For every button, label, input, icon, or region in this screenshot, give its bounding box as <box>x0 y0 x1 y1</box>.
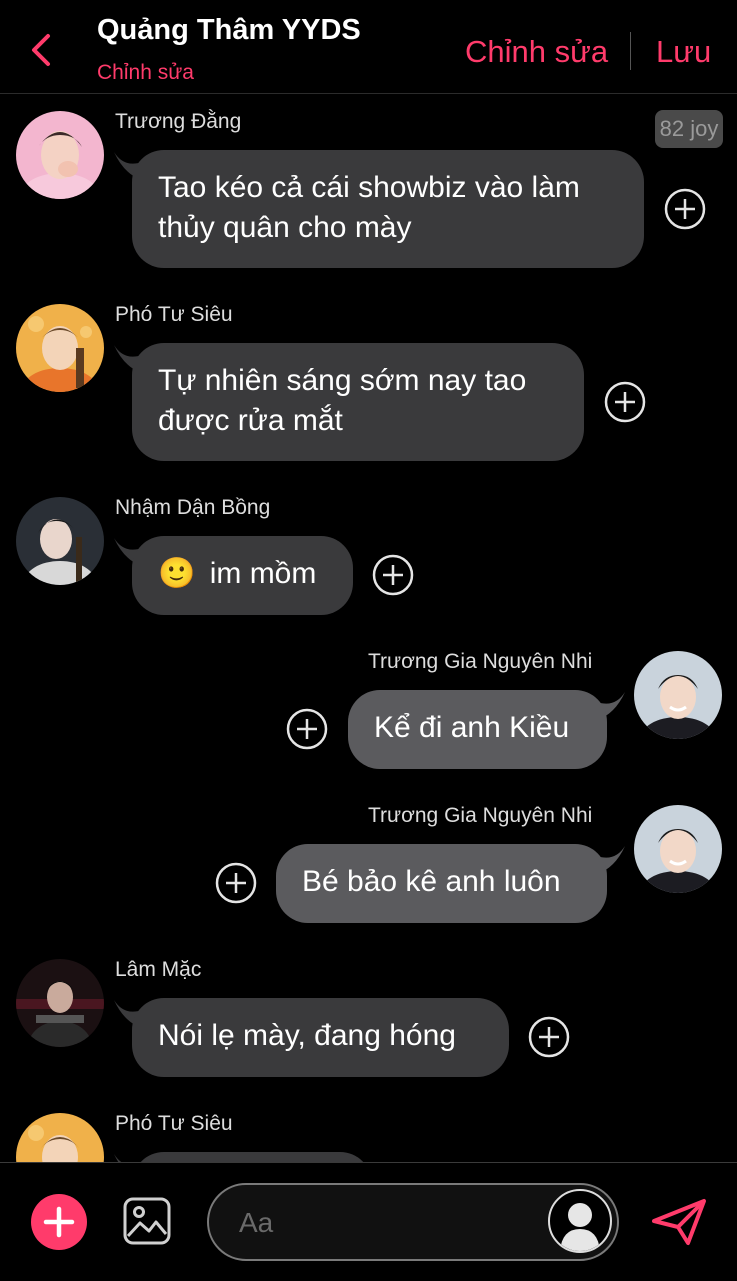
chat-header: Quảng Thâm YYDS Chỉnh sửa Chỉnh sửa Lưu <box>0 0 737 94</box>
send-icon[interactable] <box>650 1197 708 1247</box>
sender-name: Phó Tư Siêu <box>115 303 233 326</box>
avatar[interactable] <box>16 304 104 392</box>
image-icon[interactable] <box>122 1196 172 1246</box>
bubble-tail <box>114 1154 122 1162</box>
message-bubble[interactable] <box>132 1152 372 1162</box>
message-text: Nói lẹ mày, đang hóng <box>158 1019 456 1052</box>
message-item: Trương Gia Nguyên Nhi Kể đi anh Kiều <box>0 634 737 784</box>
message-line: Tao kéo cả cái showbiz vào làm <box>158 171 580 204</box>
emoji: 🙂 <box>158 556 196 591</box>
message-line: thủy quân cho mày <box>158 211 412 244</box>
message-list[interactable]: Trương Đằng 82 joy Tao kéo cả cái showbi… <box>0 94 737 1162</box>
message-item: Phó Tư Siêu Tự nhiên sáng sớm nay tao đư… <box>0 287 737 477</box>
sender-name: Nhậm Dận Bồng <box>115 496 271 519</box>
message-input[interactable]: Aa <box>207 1183 619 1261</box>
header-divider <box>630 32 631 70</box>
user-silhouette-icon <box>560 1203 600 1251</box>
group-subtitle[interactable]: Chỉnh sửa <box>97 61 194 85</box>
plus-icon <box>43 1206 75 1238</box>
edit-button[interactable]: Chỉnh sửa <box>465 34 608 70</box>
message-bubble[interactable]: 🙂 im mồm <box>132 536 353 615</box>
message-item: Trương Đằng 82 joy Tao kéo cả cái showbi… <box>0 94 737 284</box>
avatar[interactable] <box>634 651 722 739</box>
message-bubble[interactable]: Tao kéo cả cái showbiz vào làm thủy quân… <box>132 150 644 268</box>
sender-name: Trương Đằng <box>115 110 242 133</box>
message-text: im mồm <box>209 557 317 590</box>
group-title: Quảng Thâm YYDS <box>97 14 361 46</box>
message-item: Lâm Mặc Nói lẹ mày, đang hóng <box>0 942 737 1092</box>
back-chevron-icon[interactable] <box>28 32 56 68</box>
sender-name: Lâm Mặc <box>115 958 202 981</box>
avatar[interactable] <box>634 805 722 893</box>
sender-name: Phó Tư Siêu <box>115 1112 233 1135</box>
avatar[interactable] <box>16 1113 104 1162</box>
joy-badge: 82 joy <box>655 110 723 148</box>
profile-switch-button[interactable] <box>548 1189 612 1253</box>
input-placeholder: Aa <box>239 1207 274 1238</box>
message-text: Kể đi anh Kiều <box>374 711 570 744</box>
sender-name: Trương Gia Nguyên Nhi <box>368 804 593 827</box>
add-reaction-icon[interactable] <box>664 188 706 230</box>
add-reaction-icon[interactable] <box>372 554 414 596</box>
avatar[interactable] <box>16 497 104 585</box>
sender-name: Trương Gia Nguyên Nhi <box>368 650 593 673</box>
avatar[interactable] <box>16 111 104 199</box>
add-reaction-icon[interactable] <box>286 708 328 750</box>
message-bubble[interactable]: Kể đi anh Kiều <box>348 690 607 769</box>
message-text: Bé bảo kê anh luôn <box>302 865 561 898</box>
message-line: Tự nhiên sáng sớm nay tao <box>158 364 527 397</box>
save-button[interactable]: Lưu <box>656 34 711 70</box>
add-reaction-icon[interactable] <box>528 1016 570 1058</box>
message-bubble[interactable]: Bé bảo kê anh luôn <box>276 844 607 923</box>
add-reaction-icon[interactable] <box>604 381 646 423</box>
message-bubble[interactable]: Nói lẹ mày, đang hóng <box>132 998 509 1077</box>
message-item: Phó Tư Siêu <box>0 1096 737 1162</box>
avatar[interactable] <box>16 959 104 1047</box>
message-item: Nhậm Dận Bồng 🙂 im mồm <box>0 480 737 630</box>
composer-bar: Aa <box>0 1162 737 1281</box>
message-bubble[interactable]: Tự nhiên sáng sớm nay tao được rửa mắt <box>132 343 584 461</box>
message-line: được rửa mắt <box>158 404 343 437</box>
add-reaction-icon[interactable] <box>215 862 257 904</box>
message-item: Trương Gia Nguyên Nhi Bé bảo kê anh luôn <box>0 788 737 938</box>
add-button[interactable] <box>31 1194 87 1250</box>
